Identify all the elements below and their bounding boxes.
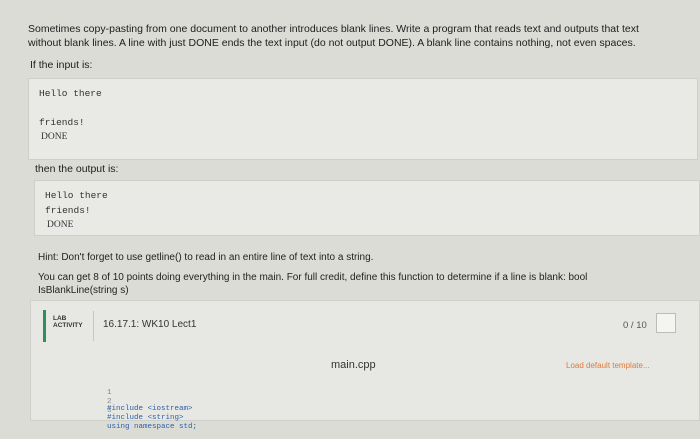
lab-title: 16.17.1: WK10 Lect1 <box>103 319 197 330</box>
code-text: using namespace std; <box>107 423 198 431</box>
problem-line-1: Sometimes copy-pasting from one document… <box>28 23 639 35</box>
lab-tag-line-1: LAB <box>53 315 67 322</box>
output-label: then the output is: <box>35 163 119 175</box>
lab-tag-line-2: ACTIVITY <box>53 322 83 329</box>
load-default-template-link[interactable]: Load default template... <box>566 361 650 370</box>
lab-page: Sometimes copy-pasting from one document… <box>0 0 700 431</box>
input-line-3: DONE <box>41 132 68 142</box>
lab-activity-tag: LAB ACTIVITY <box>53 315 83 329</box>
lab-activity-card: LAB ACTIVITY 16.17.1: WK10 Lect1 0 / 10 … <box>30 300 700 431</box>
output-line-2: friends! <box>45 205 91 216</box>
hint-line-3: IsBlankLine(string s) <box>38 285 129 296</box>
input-line-1: Hello there <box>39 88 102 99</box>
line-number: 3 <box>107 407 112 415</box>
hint-line-1: Hint: Don't forget to use getline() to r… <box>38 252 374 263</box>
output-line-1: Hello there <box>45 190 108 201</box>
lab-accent-bar <box>43 310 46 342</box>
output-line-3: DONE <box>47 220 74 230</box>
lab-score: 0 / 10 <box>623 320 647 331</box>
lab-divider <box>93 311 94 341</box>
hint-line-2: You can get 8 of 10 points doing everyth… <box>38 272 588 283</box>
problem-line-2: without blank lines. A line with just DO… <box>28 37 636 49</box>
input-line-2: friends! <box>39 117 85 128</box>
output-example-box: Hello there friends! DONE <box>34 180 700 236</box>
code-line[interactable]: 3 using namespace std; <box>71 399 197 439</box>
input-label: If the input is: <box>30 59 93 71</box>
score-indicator-box <box>656 313 676 333</box>
problem-description: Sometimes copy-pasting from one document… <box>28 22 678 50</box>
editor-filename: main.cpp <box>331 359 376 371</box>
input-example-box: Hello there friends! DONE <box>28 78 698 160</box>
